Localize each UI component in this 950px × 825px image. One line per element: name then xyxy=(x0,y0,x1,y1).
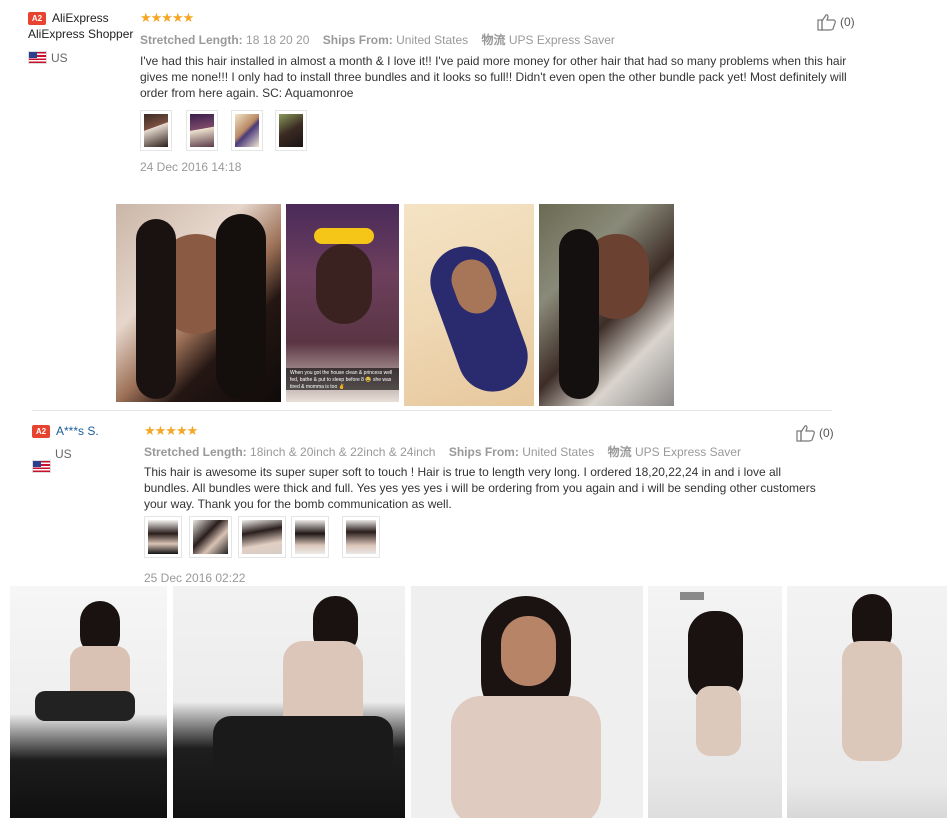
reviewer-country: US xyxy=(51,51,68,65)
logistics-value: UPS Express Saver xyxy=(634,445,741,459)
review-photo[interactable] xyxy=(10,586,167,818)
us-flag-icon xyxy=(28,51,47,64)
review-photo[interactable] xyxy=(404,204,534,406)
review-photo[interactable] xyxy=(787,586,947,818)
review-thumbnail[interactable] xyxy=(231,110,263,151)
length-label: Stretched Length: xyxy=(144,445,247,459)
review-text: I've had this hair installed in almost a… xyxy=(140,54,847,100)
helpful-button[interactable]: (0) xyxy=(817,13,855,31)
review-thumbnail[interactable] xyxy=(186,110,218,151)
reviewer-country: US xyxy=(55,447,72,461)
review-date: 24 Dec 2016 14:18 xyxy=(140,160,242,174)
length-value: 18inch & 20inch & 22inch & 24inch xyxy=(250,445,436,459)
review-date: 25 Dec 2016 02:22 xyxy=(144,571,246,585)
review-thumbnail[interactable] xyxy=(140,110,172,151)
review-photo[interactable] xyxy=(173,586,405,818)
logistics-label: 物流 xyxy=(481,33,506,47)
review-thumbnail[interactable] xyxy=(342,516,380,558)
review-thumbnail[interactable] xyxy=(144,516,182,558)
photo-caption: When you got the house clean & princess … xyxy=(286,368,399,390)
review-thumbnail[interactable] xyxy=(275,110,307,151)
us-flag-icon xyxy=(32,460,51,473)
rating-stars: ★★★★★ xyxy=(140,10,194,25)
review-thumbnail[interactable] xyxy=(189,516,232,558)
review-photo[interactable] xyxy=(116,204,281,402)
ships-from-value: United States xyxy=(396,33,469,47)
review-photo[interactable] xyxy=(648,586,782,818)
reviewer-name[interactable]: A***s S. xyxy=(56,424,99,439)
buyer-level-badge: A2 xyxy=(28,12,46,25)
ships-from-value: United States xyxy=(522,445,595,459)
review-divider xyxy=(32,410,832,411)
review-thumbnail[interactable] xyxy=(291,516,329,558)
review-photo[interactable] xyxy=(539,204,674,406)
logistics-label: 物流 xyxy=(607,445,632,459)
thumbs-up-icon xyxy=(817,14,836,31)
buyer-level-badge: A2 xyxy=(32,425,50,438)
thumbs-up-icon xyxy=(796,425,815,442)
reviewer-name-part1: AliExpress xyxy=(52,11,109,25)
ships-from-label: Ships From: xyxy=(322,33,393,47)
review-thumbnail[interactable] xyxy=(238,516,286,558)
review-text: This hair is awesome its super super sof… xyxy=(144,465,816,511)
review-photo[interactable]: When you got the house clean & princess … xyxy=(286,204,399,402)
review-attributes: Stretched Length: 18inch & 20inch & 22in… xyxy=(144,443,741,460)
review-photo[interactable] xyxy=(411,586,643,818)
review-attributes: Stretched Length: 18 18 20 20 Ships From… xyxy=(140,31,615,48)
reviewer-name: AliExpress Shopper xyxy=(28,27,134,41)
helpful-count: (0) xyxy=(840,15,855,29)
rating-stars: ★★★★★ xyxy=(144,423,198,438)
length-label: Stretched Length: xyxy=(140,33,243,47)
ships-from-label: Ships From: xyxy=(448,445,519,459)
helpful-button[interactable]: (0) xyxy=(796,424,834,442)
length-value: 18 18 20 20 xyxy=(246,33,310,47)
helpful-count: (0) xyxy=(819,426,834,440)
logistics-value: UPS Express Saver xyxy=(508,33,615,47)
